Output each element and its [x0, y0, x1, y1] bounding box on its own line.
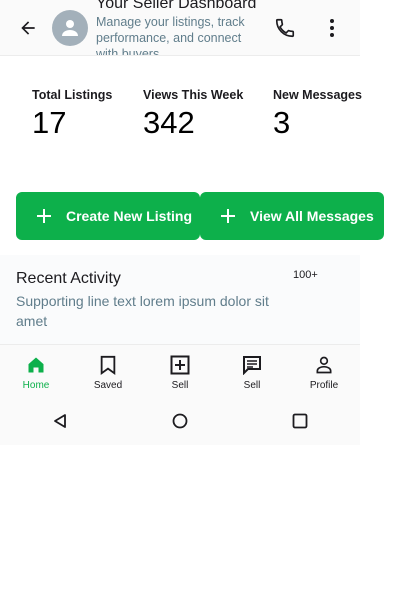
- stat-label: Views This Week: [143, 88, 244, 102]
- more-vert-icon: [330, 19, 334, 37]
- call-button[interactable]: [272, 15, 298, 41]
- add-box-icon: [169, 354, 191, 376]
- more-options-button[interactable]: [320, 14, 344, 42]
- person-outline-icon: [313, 354, 335, 376]
- home-icon: [25, 354, 47, 376]
- system-recents-button[interactable]: [289, 410, 311, 432]
- stat-value: 342: [143, 105, 195, 140]
- create-listing-label: Create New Listing: [66, 208, 193, 224]
- back-triangle-icon: [54, 414, 66, 428]
- create-listing-button[interactable]: Create New Listing: [16, 192, 200, 240]
- view-messages-button[interactable]: View All Messages: [200, 192, 384, 240]
- nav-label: Saved: [93, 380, 123, 391]
- stat-views-this-week: Views This Week 342: [143, 88, 243, 140]
- stat-label: Total Listings: [32, 88, 113, 102]
- page-title: Your Seller Dashboard: [96, 0, 257, 12]
- system-home-button[interactable]: [169, 410, 191, 432]
- view-messages-label: View All Messages: [250, 208, 374, 224]
- plus-icon: [34, 206, 54, 226]
- nav-item-messages[interactable]: Sell: [216, 345, 288, 398]
- system-navigation-bar: [0, 398, 360, 445]
- arrow-back-icon: [21, 21, 35, 35]
- nav-label: Profile: [309, 380, 339, 391]
- bottom-navigation: Home Saved Sell Sell Profile: [0, 344, 360, 398]
- plus-icon: [218, 206, 238, 226]
- nav-label: Sell: [243, 380, 261, 391]
- recent-activity-count: 100+: [293, 269, 318, 281]
- phone-icon: [275, 18, 295, 38]
- recent-activity-subtitle: Supporting line text lorem ipsum dolor s…: [16, 293, 269, 329]
- stat-value: 17: [32, 105, 67, 140]
- nav-label: Sell: [171, 380, 189, 391]
- page-subtitle: Manage your listings, track performance,…: [96, 15, 245, 56]
- back-button[interactable]: [14, 14, 42, 42]
- title-block: Your Seller Dashboard Manage your listin…: [96, 0, 266, 56]
- seller-dashboard-screen: Your Seller Dashboard Manage your listin…: [0, 0, 384, 445]
- stat-value: 3: [273, 105, 291, 140]
- nav-item-profile[interactable]: Profile: [288, 345, 360, 398]
- nav-item-saved[interactable]: Saved: [72, 345, 144, 398]
- recent-activity-title: Recent Activity: [16, 270, 121, 287]
- stat-label: New Messages: [273, 88, 362, 102]
- bookmark-icon: [97, 354, 119, 376]
- nav-item-home[interactable]: Home: [0, 345, 72, 398]
- avatar[interactable]: [52, 10, 88, 46]
- recent-activity-list-item[interactable]: Recent Activity Supporting line text lor…: [0, 255, 360, 344]
- message-icon: [241, 354, 263, 376]
- recents-square-icon: [292, 413, 308, 429]
- stat-total-listings: Total Listings 17: [32, 88, 112, 140]
- nav-item-sell[interactable]: Sell: [144, 345, 216, 398]
- nav-label: Home: [22, 380, 50, 391]
- system-back-button[interactable]: [49, 410, 71, 432]
- home-circle-icon: [172, 413, 188, 429]
- stat-new-messages: New Messages 3: [273, 88, 362, 140]
- person-icon: [62, 20, 78, 36]
- top-app-bar: Your Seller Dashboard Manage your listin…: [0, 0, 360, 56]
